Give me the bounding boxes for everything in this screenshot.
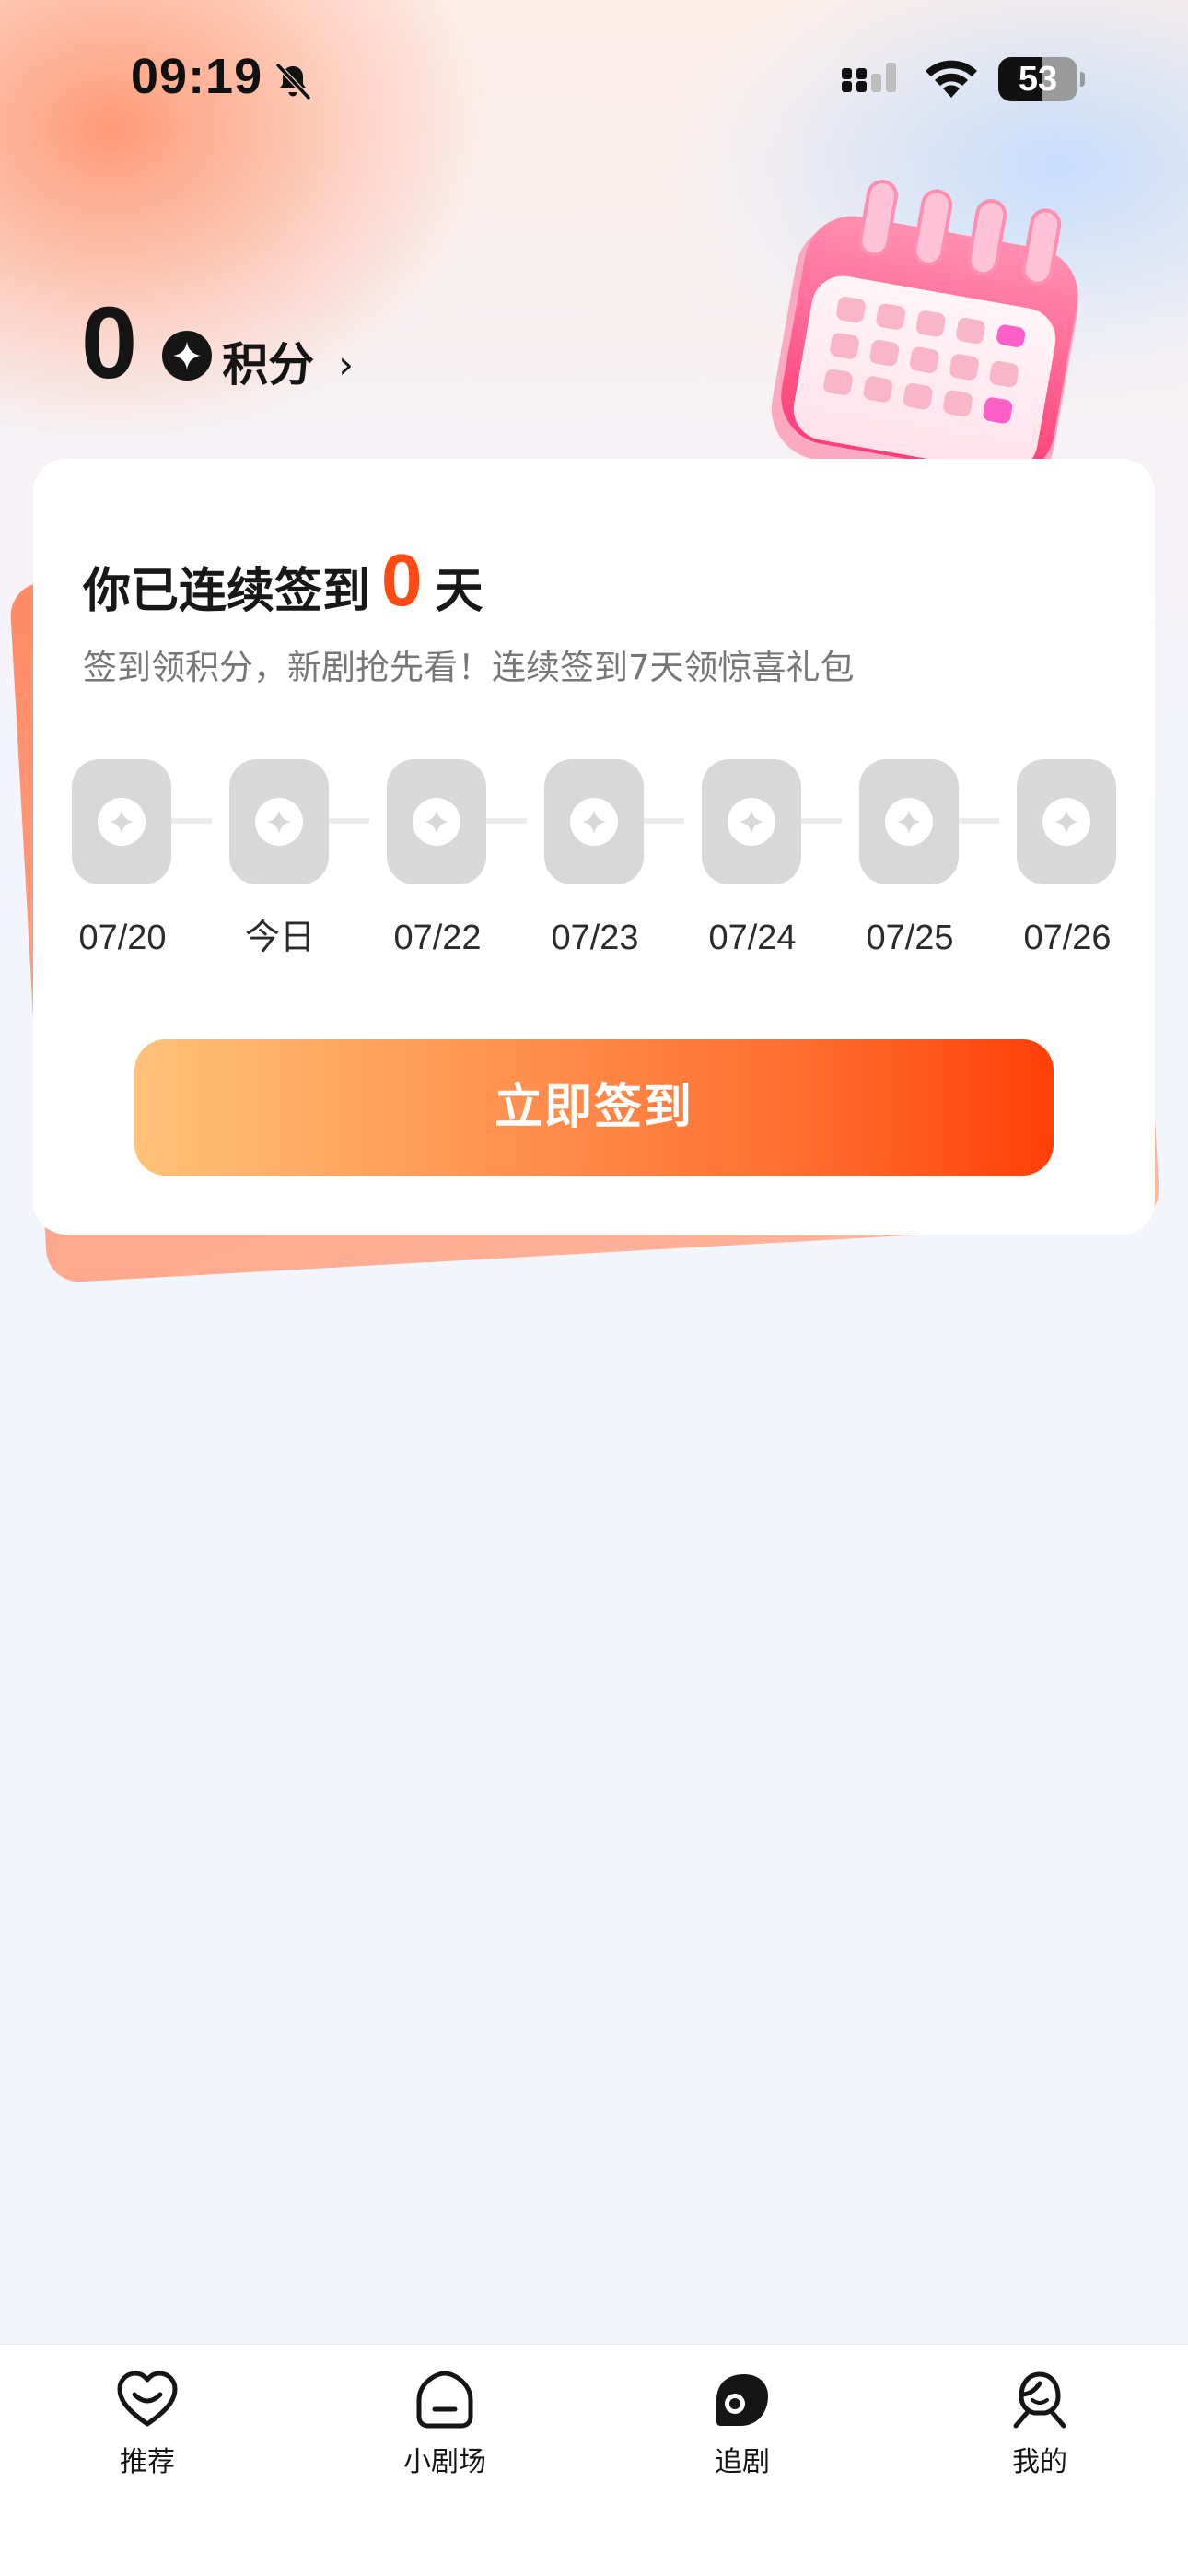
- battery-indicator: 53: [998, 57, 1085, 101]
- tab-recommend[interactable]: 推荐: [55, 2367, 239, 2496]
- status-time: 09:19: [131, 49, 263, 104]
- points-summary[interactable]: 0 积分 ›: [81, 293, 354, 394]
- coin-icon: [885, 798, 933, 846]
- follow-drama-icon: [716, 2374, 768, 2426]
- streak-title-suffix: 天: [435, 564, 483, 619]
- tab-follow[interactable]: 追剧: [650, 2367, 834, 2496]
- heart-smile-icon: [117, 2371, 178, 2427]
- coin-icon: [570, 798, 618, 846]
- streak-title: 你已连续签到 0 天: [83, 529, 483, 621]
- day-label: 07/25: [866, 919, 954, 957]
- streak-count: 0: [381, 539, 423, 621]
- day-badge: [702, 759, 801, 884]
- coin-icon: [98, 798, 146, 846]
- battery-tip: [1080, 72, 1085, 87]
- streak-title-prefix: 你已连续签到: [83, 564, 371, 619]
- day-badge: [72, 759, 171, 884]
- day-label: 07/22: [393, 919, 482, 957]
- tab-label: 推荐: [120, 2446, 175, 2478]
- day-label: 今日: [244, 919, 315, 957]
- day-label: 07/23: [551, 919, 639, 957]
- checkin-button[interactable]: 立即签到: [134, 1039, 1054, 1176]
- day-badge: [229, 759, 329, 884]
- day-badge: [544, 759, 644, 884]
- bottom-tab-bar: 推荐 小剧场 追剧 我的: [0, 2344, 1188, 2576]
- checkin-days-row: 07/20 今日 07/22 07/23 07/24 07/25 07/26: [33, 759, 1155, 980]
- coin-icon: [413, 798, 460, 846]
- checkin-button-label: 立即签到: [494, 1081, 693, 1134]
- checkin-day: 07/22: [387, 759, 488, 980]
- theater-icon: [416, 2371, 473, 2429]
- checkin-day: 07/20: [72, 759, 173, 980]
- day-label: 07/24: [708, 919, 797, 957]
- battery-level: 53: [1018, 60, 1058, 99]
- day-badge: [859, 759, 959, 884]
- status-bar: 09:19 53: [0, 0, 1188, 157]
- chevron-right-icon: ›: [338, 342, 354, 387]
- coin-icon: [255, 798, 303, 846]
- wifi-icon: [926, 60, 977, 98]
- checkin-day: 07/23: [544, 759, 646, 980]
- checkin-day: 07/25: [859, 759, 961, 980]
- tab-label: 追剧: [715, 2446, 770, 2478]
- coin-icon: [1042, 798, 1090, 846]
- profile-icon: [1013, 2371, 1066, 2429]
- checkin-day: 07/26: [1017, 759, 1118, 980]
- tab-profile[interactable]: 我的: [948, 2367, 1132, 2496]
- points-value: 0: [81, 287, 138, 400]
- checkin-day-today: 今日: [229, 759, 331, 980]
- day-label: 07/26: [1023, 919, 1112, 957]
- day-label: 07/20: [78, 919, 167, 957]
- calendar-illustration: [771, 180, 1078, 461]
- points-coin-icon: [162, 331, 213, 381]
- bell-off-icon: [275, 63, 311, 100]
- tab-label: 我的: [1012, 2446, 1067, 2478]
- tab-theater[interactable]: 小剧场: [353, 2367, 537, 2496]
- day-badge: [387, 759, 486, 884]
- checkin-description: 签到领积分，新剧抢先看！连续签到7天领惊喜礼包: [83, 648, 855, 687]
- checkin-day: 07/24: [702, 759, 803, 980]
- cellular-signal-icon: [842, 63, 896, 92]
- tab-label: 小剧场: [403, 2446, 486, 2478]
- points-label: 积分: [222, 338, 315, 392]
- day-badge: [1017, 759, 1116, 884]
- checkin-card: 你已连续签到 0 天 签到领积分，新剧抢先看！连续签到7天领惊喜礼包 07/20: [33, 459, 1155, 1235]
- coin-icon: [728, 798, 775, 846]
